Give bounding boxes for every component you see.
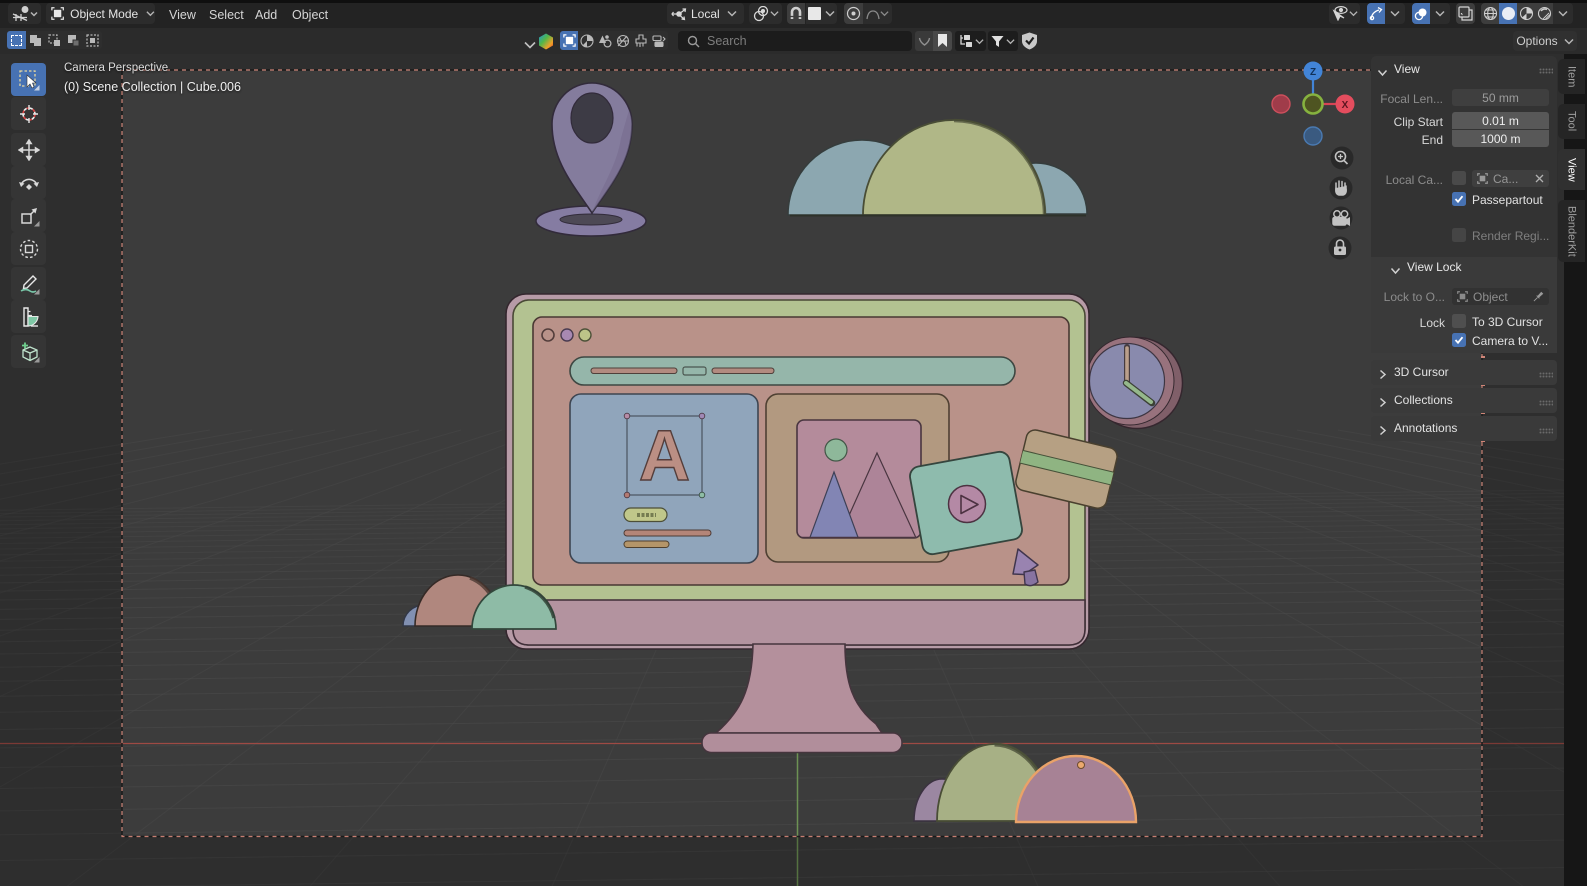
svg-text:A: A (639, 417, 690, 496)
svg-text:X: X (1342, 100, 1349, 111)
svg-text:Z: Z (1310, 67, 1316, 78)
